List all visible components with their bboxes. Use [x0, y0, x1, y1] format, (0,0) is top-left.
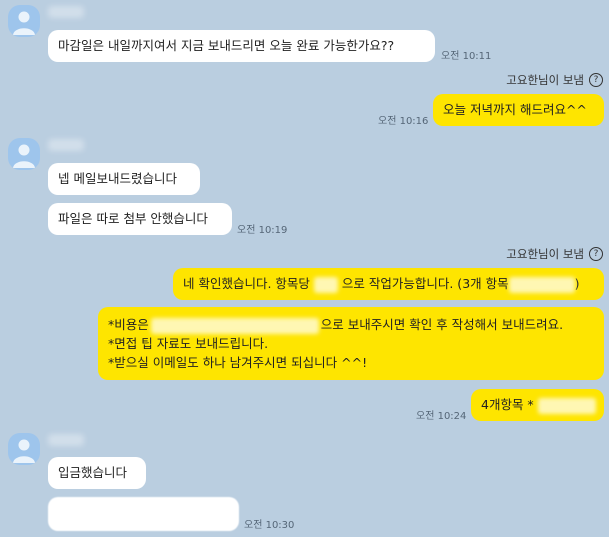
message-bubble[interactable]: *비용은 으로 보내주시면 확인 후 작성해서 보내드려요. *면접 팁 자료도 …: [98, 307, 604, 380]
timestamp: 오전 10:16: [378, 116, 429, 127]
message-bubble[interactable]: 마감일은 내일까지여서 지금 보내드리면 오늘 완료 가능한가요??: [48, 30, 435, 62]
help-icon[interactable]: ?: [589, 73, 603, 87]
user-avatar-icon[interactable]: [8, 433, 40, 465]
redacted-message-bubble[interactable]: [48, 497, 239, 531]
redacted-text: [313, 276, 338, 293]
message-text: 오늘 저녁까지 해드려요^^: [443, 102, 587, 117]
message-text: 4개항목 *: [481, 397, 534, 412]
message-text-part: 네 확인했습니다. 항목당: [183, 276, 310, 291]
timestamp: 오전 10:24: [416, 411, 467, 422]
read-label: 고요한님이 보냄: [506, 73, 584, 87]
redacted-text: [537, 397, 596, 414]
sender-name-redacted: [48, 139, 84, 151]
timestamp: 오전 10:30: [244, 520, 295, 531]
read-label: 고요한님이 보냄: [506, 247, 584, 261]
message-text: 파일은 따로 첨부 안했습니다: [58, 211, 208, 226]
redacted-text: [150, 317, 319, 334]
message-text: 넵 메일보내드렸습니다: [58, 171, 177, 186]
message-text-part: 으로 작업가능합니다. (3개 항목: [341, 276, 509, 291]
message-line: *면접 팁 자료도 보내드립니다.: [108, 336, 269, 351]
message-text: 마감일은 내일까지여서 지금 보내드리면 오늘 완료 가능한가요??: [58, 38, 395, 53]
read-receipt: 고요한님이 보냄 ?: [506, 72, 603, 88]
user-avatar-icon[interactable]: [8, 138, 40, 170]
message-bubble[interactable]: 넵 메일보내드렸습니다: [48, 163, 200, 195]
timestamp: 오전 10:19: [237, 225, 288, 236]
sender-name-redacted: [48, 6, 84, 18]
message-text-part: ): [574, 276, 580, 291]
help-icon[interactable]: ?: [589, 247, 603, 261]
message-line: *비용은 으로 보내주시면 확인 후 작성해서 보내드려요.: [108, 315, 594, 334]
message-bubble[interactable]: 오늘 저녁까지 해드려요^^: [433, 94, 604, 126]
message-text-part: *비용은: [108, 317, 149, 332]
message-bubble[interactable]: 파일은 따로 첨부 안했습니다: [48, 203, 232, 235]
redacted-text: [508, 276, 575, 293]
message-text: 입금했습니다: [58, 465, 128, 480]
message-bubble[interactable]: 4개항목 *: [471, 389, 604, 421]
timestamp: 오전 10:11: [441, 51, 492, 62]
read-receipt: 고요한님이 보냄 ?: [506, 246, 603, 262]
message-bubble[interactable]: 입금했습니다: [48, 457, 146, 489]
message-text-part: 으로 보내주시면 확인 후 작성해서 보내드려요.: [320, 317, 564, 332]
user-avatar-icon[interactable]: [8, 5, 40, 37]
sender-name-redacted: [48, 434, 84, 446]
message-line: *받으실 이메일도 하나 남겨주시면 되십니다 ^^!: [108, 355, 368, 370]
message-bubble[interactable]: 네 확인했습니다. 항목당 으로 작업가능합니다. (3개 항목): [173, 268, 604, 300]
